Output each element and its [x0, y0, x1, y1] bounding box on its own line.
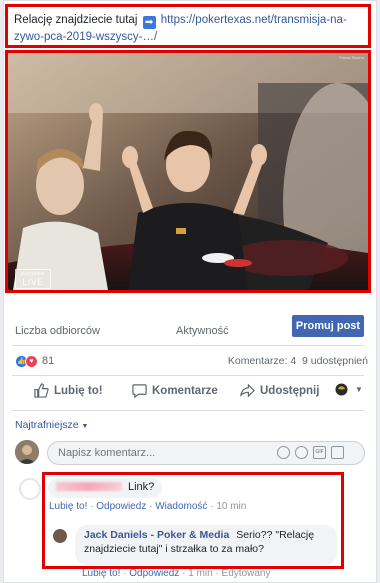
comment-time[interactable]: 10 min [216, 501, 246, 512]
post-text-prefix: Relację znajdziecie tutaj [14, 14, 138, 26]
comment-text: Link? [128, 481, 155, 493]
love-reaction-icon: ♥ [25, 354, 38, 368]
chevron-down-icon: ▼ [355, 385, 363, 394]
thumbs-up-icon [34, 383, 49, 398]
emoji-icon[interactable] [277, 446, 290, 459]
reply-time[interactable]: 1 min [188, 568, 212, 579]
divider [12, 345, 364, 346]
comment-reply-link[interactable]: Odpowiedz [96, 501, 146, 512]
activity-label[interactable]: Aktywność [176, 325, 229, 337]
like-button[interactable]: Lubię to! [34, 383, 103, 398]
divider [12, 410, 364, 411]
comment-meta: Lubię to! · Odpowiedz · Wiadomość · 10 m… [49, 501, 247, 512]
avatar[interactable] [53, 529, 67, 543]
post-as-selector[interactable]: ▼ [335, 383, 363, 396]
gif-icon[interactable]: GIF [313, 446, 326, 459]
comment-bubble: Link? [48, 478, 163, 498]
reply-reply-link[interactable]: Odpowiedz [129, 568, 179, 579]
avatar[interactable] [15, 440, 39, 464]
promote-post-button[interactable]: Promuj post [292, 315, 364, 337]
reply-bubble: Jack Daniels - Poker & Media Serio?? "Re… [75, 525, 337, 565]
share-arrow-icon [240, 383, 255, 398]
partypoker-live-watermark: partypoker LIVE [15, 269, 51, 289]
reply-like-link[interactable]: Lubię to! [82, 568, 120, 579]
comment-share-counts: Komentarze: 4 9 udostępnień [228, 355, 368, 367]
comment-message-link[interactable]: Wiadomość [155, 501, 207, 512]
photo-credit: Tomas Stacha [338, 55, 364, 60]
comment-button[interactable]: Komentarze [132, 383, 218, 398]
comment-like-link[interactable]: Lubię to! [49, 501, 87, 512]
reply-author-link[interactable]: Jack Daniels - Poker & Media [84, 529, 229, 541]
post-actions-bar: Lubię to! Komentarze Udostępnij ▼ [12, 383, 364, 403]
shares-count[interactable]: 9 udostępnień [302, 355, 368, 367]
blurred-author-name[interactable] [56, 482, 122, 491]
edited-label: Edytowany [221, 568, 271, 579]
post-photo[interactable]: partypoker LIVE Tomas Stacha [5, 50, 371, 293]
comment-icon [132, 384, 147, 398]
comments-count[interactable]: Komentarze: 4 [228, 355, 296, 367]
comment-input-tools: GIF [277, 446, 344, 459]
reply-meta: Lubię to! · Odpowiedz · 1 min · Edytowan… [82, 568, 271, 579]
comment-sort-dropdown[interactable]: Najtrafniejsze ▼ [15, 419, 88, 431]
sticker-icon[interactable] [331, 446, 344, 459]
caret-down-icon: ▼ [81, 423, 89, 430]
post-text-box: Relację znajdziecie tutaj ➡ https://poke… [5, 4, 371, 48]
reaction-count: 81 [42, 355, 55, 367]
page-avatar-icon [335, 383, 348, 396]
reactions-summary[interactable]: 👍 ♥ 81 [15, 354, 54, 368]
avatar[interactable] [19, 478, 41, 500]
camera-icon[interactable] [295, 446, 308, 459]
poker-player-photo [8, 53, 368, 290]
share-button[interactable]: Udostępnij [240, 383, 319, 398]
reach-label[interactable]: Liczba odbiorców [15, 325, 100, 337]
arrow-right-icon: ➡ [142, 16, 156, 29]
divider [12, 375, 364, 376]
